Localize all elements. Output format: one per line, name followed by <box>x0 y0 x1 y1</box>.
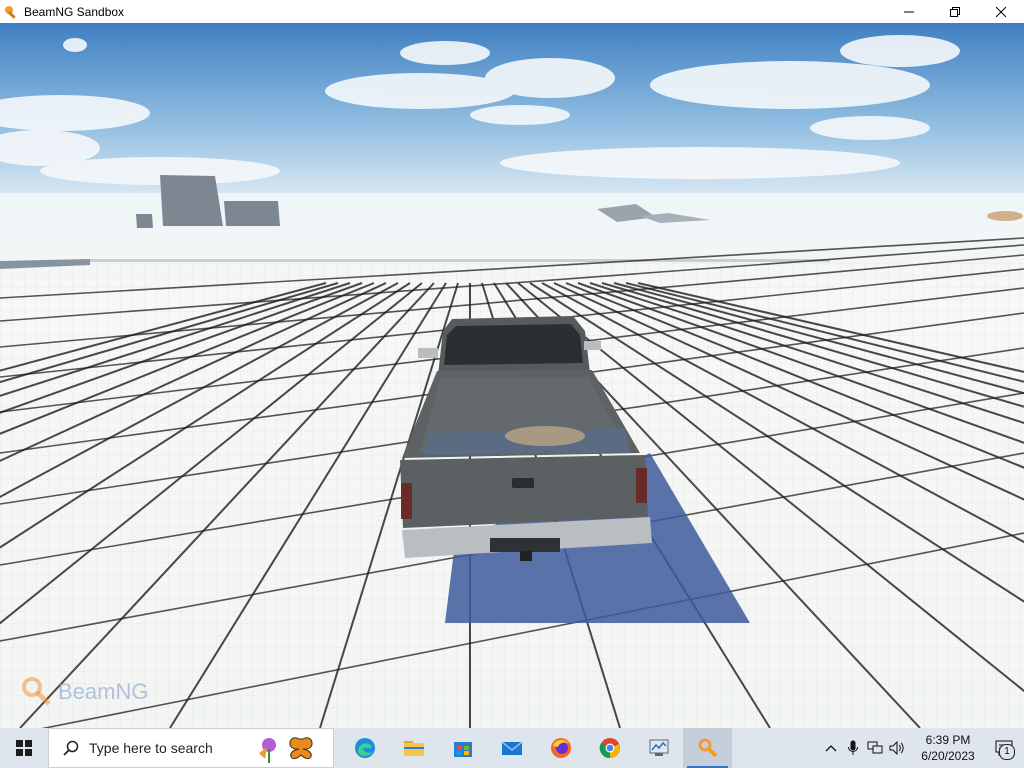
start-button[interactable] <box>0 728 48 768</box>
restore-icon <box>950 6 960 17</box>
taskbar-app-mail[interactable] <box>487 728 536 768</box>
maximize-button[interactable] <box>932 0 978 23</box>
taskbar-app-store[interactable] <box>438 728 487 768</box>
minimize-button[interactable] <box>886 0 932 23</box>
watermark-text: BeamNG <box>58 679 149 704</box>
windows-logo-icon <box>16 740 32 756</box>
search-highlight-butterfly-icon <box>259 737 313 763</box>
taskbar: Type here to search 6:39 PM 6/20/2023 1 <box>0 728 1024 768</box>
beamng-app-icon <box>5 5 16 19</box>
firefox-icon <box>550 738 571 758</box>
speaker-icon <box>889 741 904 755</box>
system-tray: 6:39 PM 6/20/2023 1 <box>820 728 1024 768</box>
close-button[interactable] <box>978 0 1024 23</box>
minimize-icon <box>904 11 914 12</box>
microphone-icon <box>848 740 858 755</box>
volume-tray-button[interactable] <box>886 728 908 768</box>
network-tray-button[interactable] <box>864 728 886 768</box>
clock-time: 6:39 PM <box>925 733 971 747</box>
edge-icon <box>354 738 375 758</box>
search-placeholder: Type here to search <box>89 740 213 756</box>
taskbar-search-box[interactable]: Type here to search <box>48 728 334 768</box>
taskbar-app-beamng[interactable] <box>683 728 732 768</box>
beamng-watermark: BeamNG <box>20 675 148 709</box>
taskbar-app-edge[interactable] <box>340 728 389 768</box>
microphone-tray-button[interactable] <box>842 728 864 768</box>
taskbar-app-chrome[interactable] <box>585 728 634 768</box>
scene-render <box>0 23 1024 728</box>
mail-icon <box>501 741 522 755</box>
store-icon <box>453 742 472 757</box>
folder-icon <box>403 741 424 756</box>
taskbar-app-file-explorer[interactable] <box>389 728 438 768</box>
search-icon <box>63 740 79 756</box>
beamng-icon <box>698 738 717 758</box>
chevron-up-icon <box>825 745 837 752</box>
close-icon <box>996 6 1006 17</box>
taskbar-app-firefox[interactable] <box>536 728 585 768</box>
beamng-logo-icon <box>22 677 51 706</box>
notification-center-button[interactable]: 1 <box>984 728 1024 768</box>
clock-date: 6/20/2023 <box>921 749 975 763</box>
window-title: BeamNG Sandbox <box>24 4 125 19</box>
show-hidden-icons-button[interactable] <box>820 728 842 768</box>
taskbar-app-control-panel[interactable] <box>634 728 683 768</box>
network-icon <box>867 741 883 754</box>
taskbar-clock[interactable]: 6:39 PM 6/20/2023 <box>912 732 984 764</box>
window-titlebar: BeamNG Sandbox <box>0 0 1024 23</box>
pinned-apps <box>340 728 732 768</box>
notification-badge: 1 <box>999 744 1015 760</box>
game-viewport[interactable]: BeamNG <box>0 23 1024 728</box>
chrome-icon <box>599 738 620 759</box>
control-panel-icon <box>649 739 668 756</box>
window-controls <box>886 0 1024 23</box>
